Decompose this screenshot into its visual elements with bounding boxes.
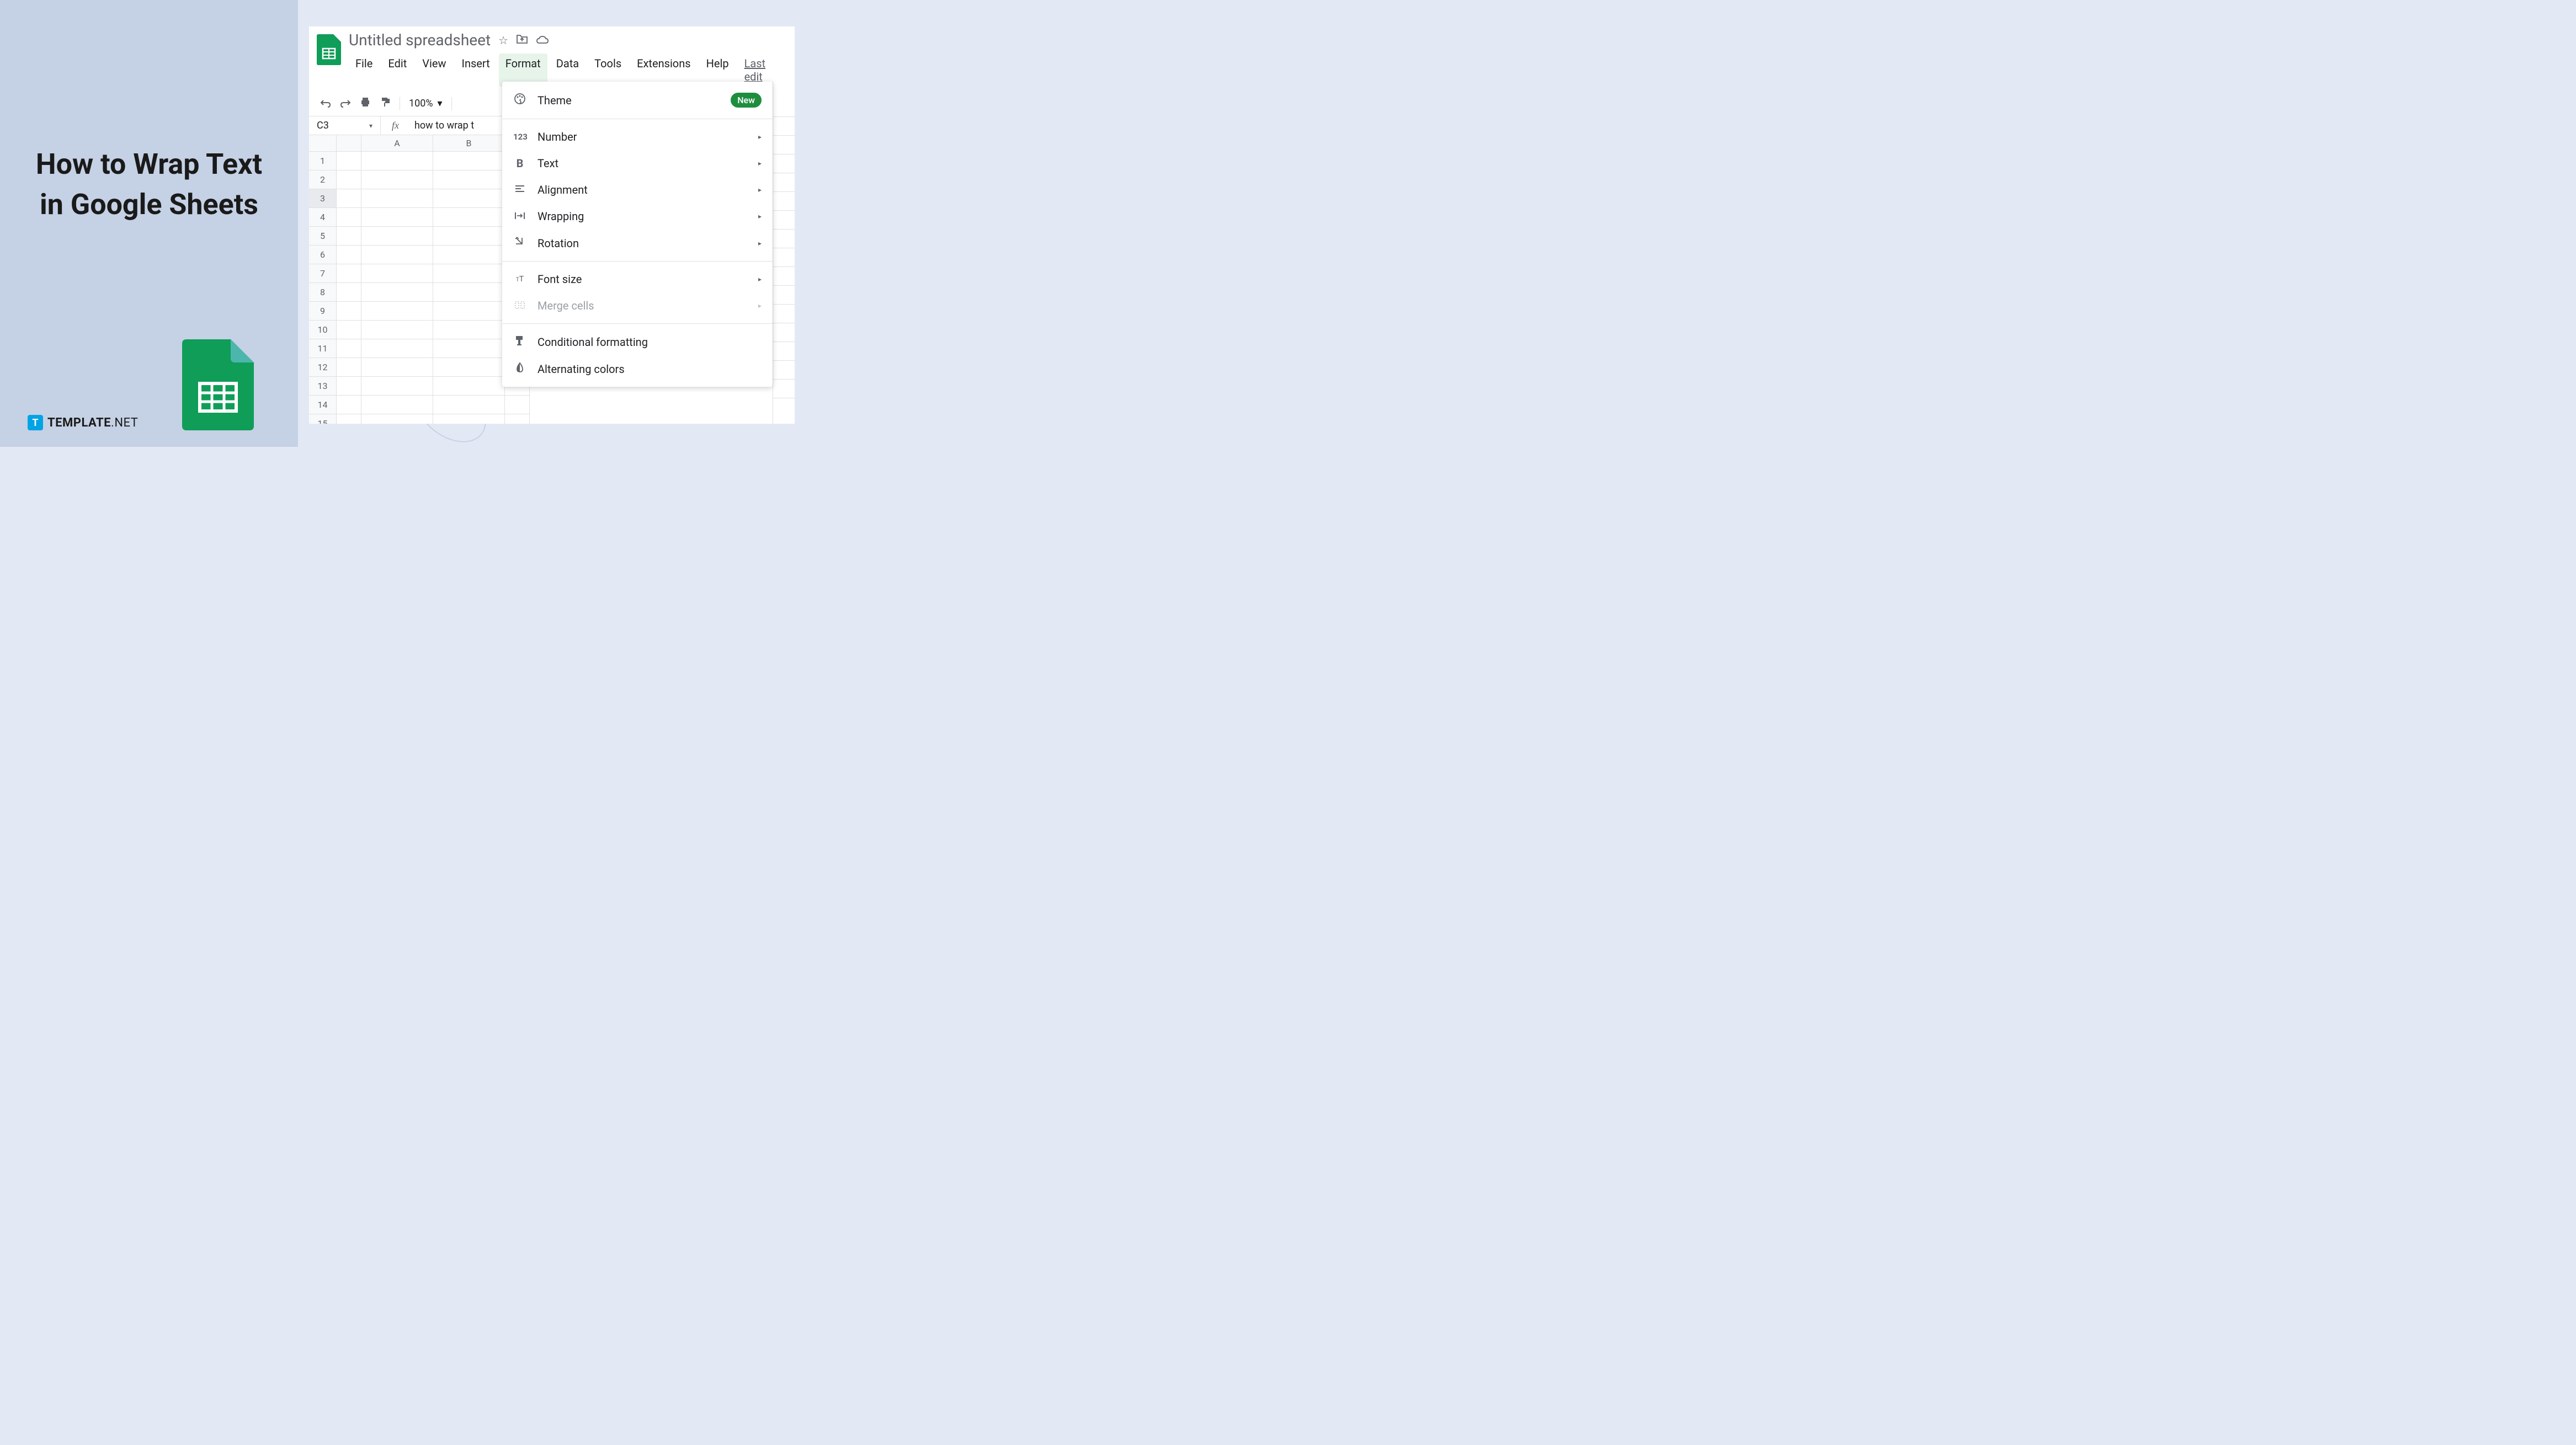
cell-reference[interactable]: C3 ▾	[309, 116, 381, 135]
document-title[interactable]: Untitled spreadsheet	[349, 31, 491, 49]
tutorial-title: How to Wrap Text in Google Sheets	[22, 145, 276, 225]
star-icon[interactable]: ☆	[498, 34, 508, 47]
zoom-dropdown[interactable]: 100% ▾	[409, 98, 443, 109]
row-header[interactable]: 15	[309, 414, 337, 424]
brand-suffix: .NET	[111, 416, 138, 430]
conditional-format-icon	[513, 335, 526, 349]
chevron-right-icon: ▸	[758, 212, 762, 220]
menu-text-label: Text	[537, 157, 747, 170]
row-header[interactable]: 10	[309, 321, 337, 339]
menu-merge-cells-label: Merge cells	[537, 299, 747, 312]
alignment-icon	[513, 183, 526, 196]
font-size-icon: TT	[513, 275, 526, 284]
chevron-down-icon: ▾	[438, 98, 443, 109]
menu-wrapping-label: Wrapping	[537, 210, 747, 223]
title-area: Untitled spreadsheet ☆ File Edit View In…	[349, 31, 787, 87]
menu-font-size-label: Font size	[537, 273, 747, 286]
column-header-a[interactable]: A	[361, 135, 433, 152]
menu-number[interactable]: 123 Number ▸	[502, 124, 773, 150]
row-header[interactable]: 11	[309, 339, 337, 358]
menu-divider	[502, 261, 773, 262]
row-header[interactable]: 4	[309, 208, 337, 227]
menu-wrapping[interactable]: Wrapping ▸	[502, 203, 773, 230]
row-header[interactable]: 2	[309, 170, 337, 189]
chevron-right-icon: ▸	[758, 302, 762, 310]
redo-icon[interactable]	[340, 97, 351, 110]
menu-divider	[502, 323, 773, 324]
undo-icon[interactable]	[320, 97, 331, 110]
paint-format-icon[interactable]	[380, 97, 391, 110]
menu-alignment[interactable]: Alignment ▸	[502, 177, 773, 203]
menu-merge-cells: Merge cells ▸	[502, 292, 773, 319]
menu-rotation[interactable]: Rotation ▸	[502, 230, 773, 257]
row-header[interactable]: 12	[309, 358, 337, 377]
chevron-down-icon: ▾	[369, 122, 372, 130]
chevron-right-icon: ▸	[758, 275, 762, 283]
menu-number-label: Number	[537, 130, 747, 143]
print-icon[interactable]	[360, 97, 371, 110]
google-sheets-logo-icon	[317, 34, 341, 65]
column-header-b[interactable]: B	[433, 135, 505, 152]
number-icon: 123	[513, 132, 526, 142]
menu-theme[interactable]: Theme New	[502, 86, 773, 114]
grid-right-edge	[773, 82, 795, 424]
wrapping-icon	[513, 210, 526, 223]
tutorial-panel: How to Wrap Text in Google Sheets T TEMP…	[0, 0, 298, 447]
alternating-colors-icon	[513, 362, 526, 376]
menu-alignment-label: Alignment	[537, 183, 747, 196]
move-folder-icon[interactable]	[516, 34, 528, 47]
toolbar-divider	[451, 97, 452, 110]
chevron-right-icon: ▸	[758, 186, 762, 194]
google-sheets-logo-large	[182, 339, 254, 430]
cloud-status-icon[interactable]	[536, 34, 549, 47]
menu-insert[interactable]: Insert	[455, 54, 497, 87]
menu-rotation-label: Rotation	[537, 237, 747, 250]
select-all-corner[interactable]	[309, 135, 337, 152]
row-header[interactable]: 3	[309, 189, 337, 208]
menu-edit[interactable]: Edit	[381, 54, 413, 87]
template-brand-icon: T	[28, 415, 43, 430]
row-header[interactable]: 14	[309, 396, 337, 414]
row-headers: 1 2 3 4 5 6 7 8 9 10 11 12 13 14 15	[309, 152, 337, 424]
bold-icon: B	[513, 157, 526, 170]
menu-alternating-label: Alternating colors	[537, 362, 762, 376]
template-brand: T TEMPLATE.NET	[28, 415, 138, 430]
template-brand-text: TEMPLATE.NET	[47, 416, 138, 430]
cell-ref-value: C3	[317, 120, 329, 131]
menu-font-size[interactable]: TT Font size ▸	[502, 266, 773, 292]
chevron-right-icon: ▸	[758, 239, 762, 247]
formula-input[interactable]: how to wrap t	[410, 120, 478, 131]
fx-label: fx	[381, 120, 410, 131]
column-header-partial[interactable]	[337, 135, 361, 152]
palette-icon	[513, 93, 526, 108]
chevron-right-icon: ▸	[758, 159, 762, 167]
menu-conditional-label: Conditional formatting	[537, 335, 762, 349]
menu-conditional-formatting[interactable]: Conditional formatting	[502, 328, 773, 355]
zoom-value: 100%	[409, 98, 433, 109]
row-header[interactable]: 7	[309, 264, 337, 283]
doc-title-row: Untitled spreadsheet ☆	[349, 31, 787, 49]
row-header[interactable]: 8	[309, 283, 337, 302]
sheets-header: Untitled spreadsheet ☆ File Edit View In…	[309, 26, 795, 87]
chevron-right-icon: ▸	[758, 133, 762, 141]
merge-cells-icon	[513, 299, 526, 312]
brand-name: TEMPLATE	[47, 416, 111, 430]
row-header[interactable]: 13	[309, 377, 337, 396]
row-header[interactable]: 1	[309, 152, 337, 170]
menu-view[interactable]: View	[416, 54, 453, 87]
menu-text[interactable]: B Text ▸	[502, 150, 773, 177]
row-header[interactable]: 9	[309, 302, 337, 321]
row-header[interactable]: 6	[309, 246, 337, 264]
rotation-icon	[513, 236, 526, 250]
menu-alternating-colors[interactable]: Alternating colors	[502, 355, 773, 382]
new-badge: New	[731, 93, 762, 108]
menu-theme-label: Theme	[537, 94, 720, 107]
row-header[interactable]: 5	[309, 227, 337, 246]
menu-file[interactable]: File	[349, 54, 379, 87]
format-dropdown-menu: Theme New 123 Number ▸ B Text ▸ Alignmen…	[502, 82, 773, 387]
